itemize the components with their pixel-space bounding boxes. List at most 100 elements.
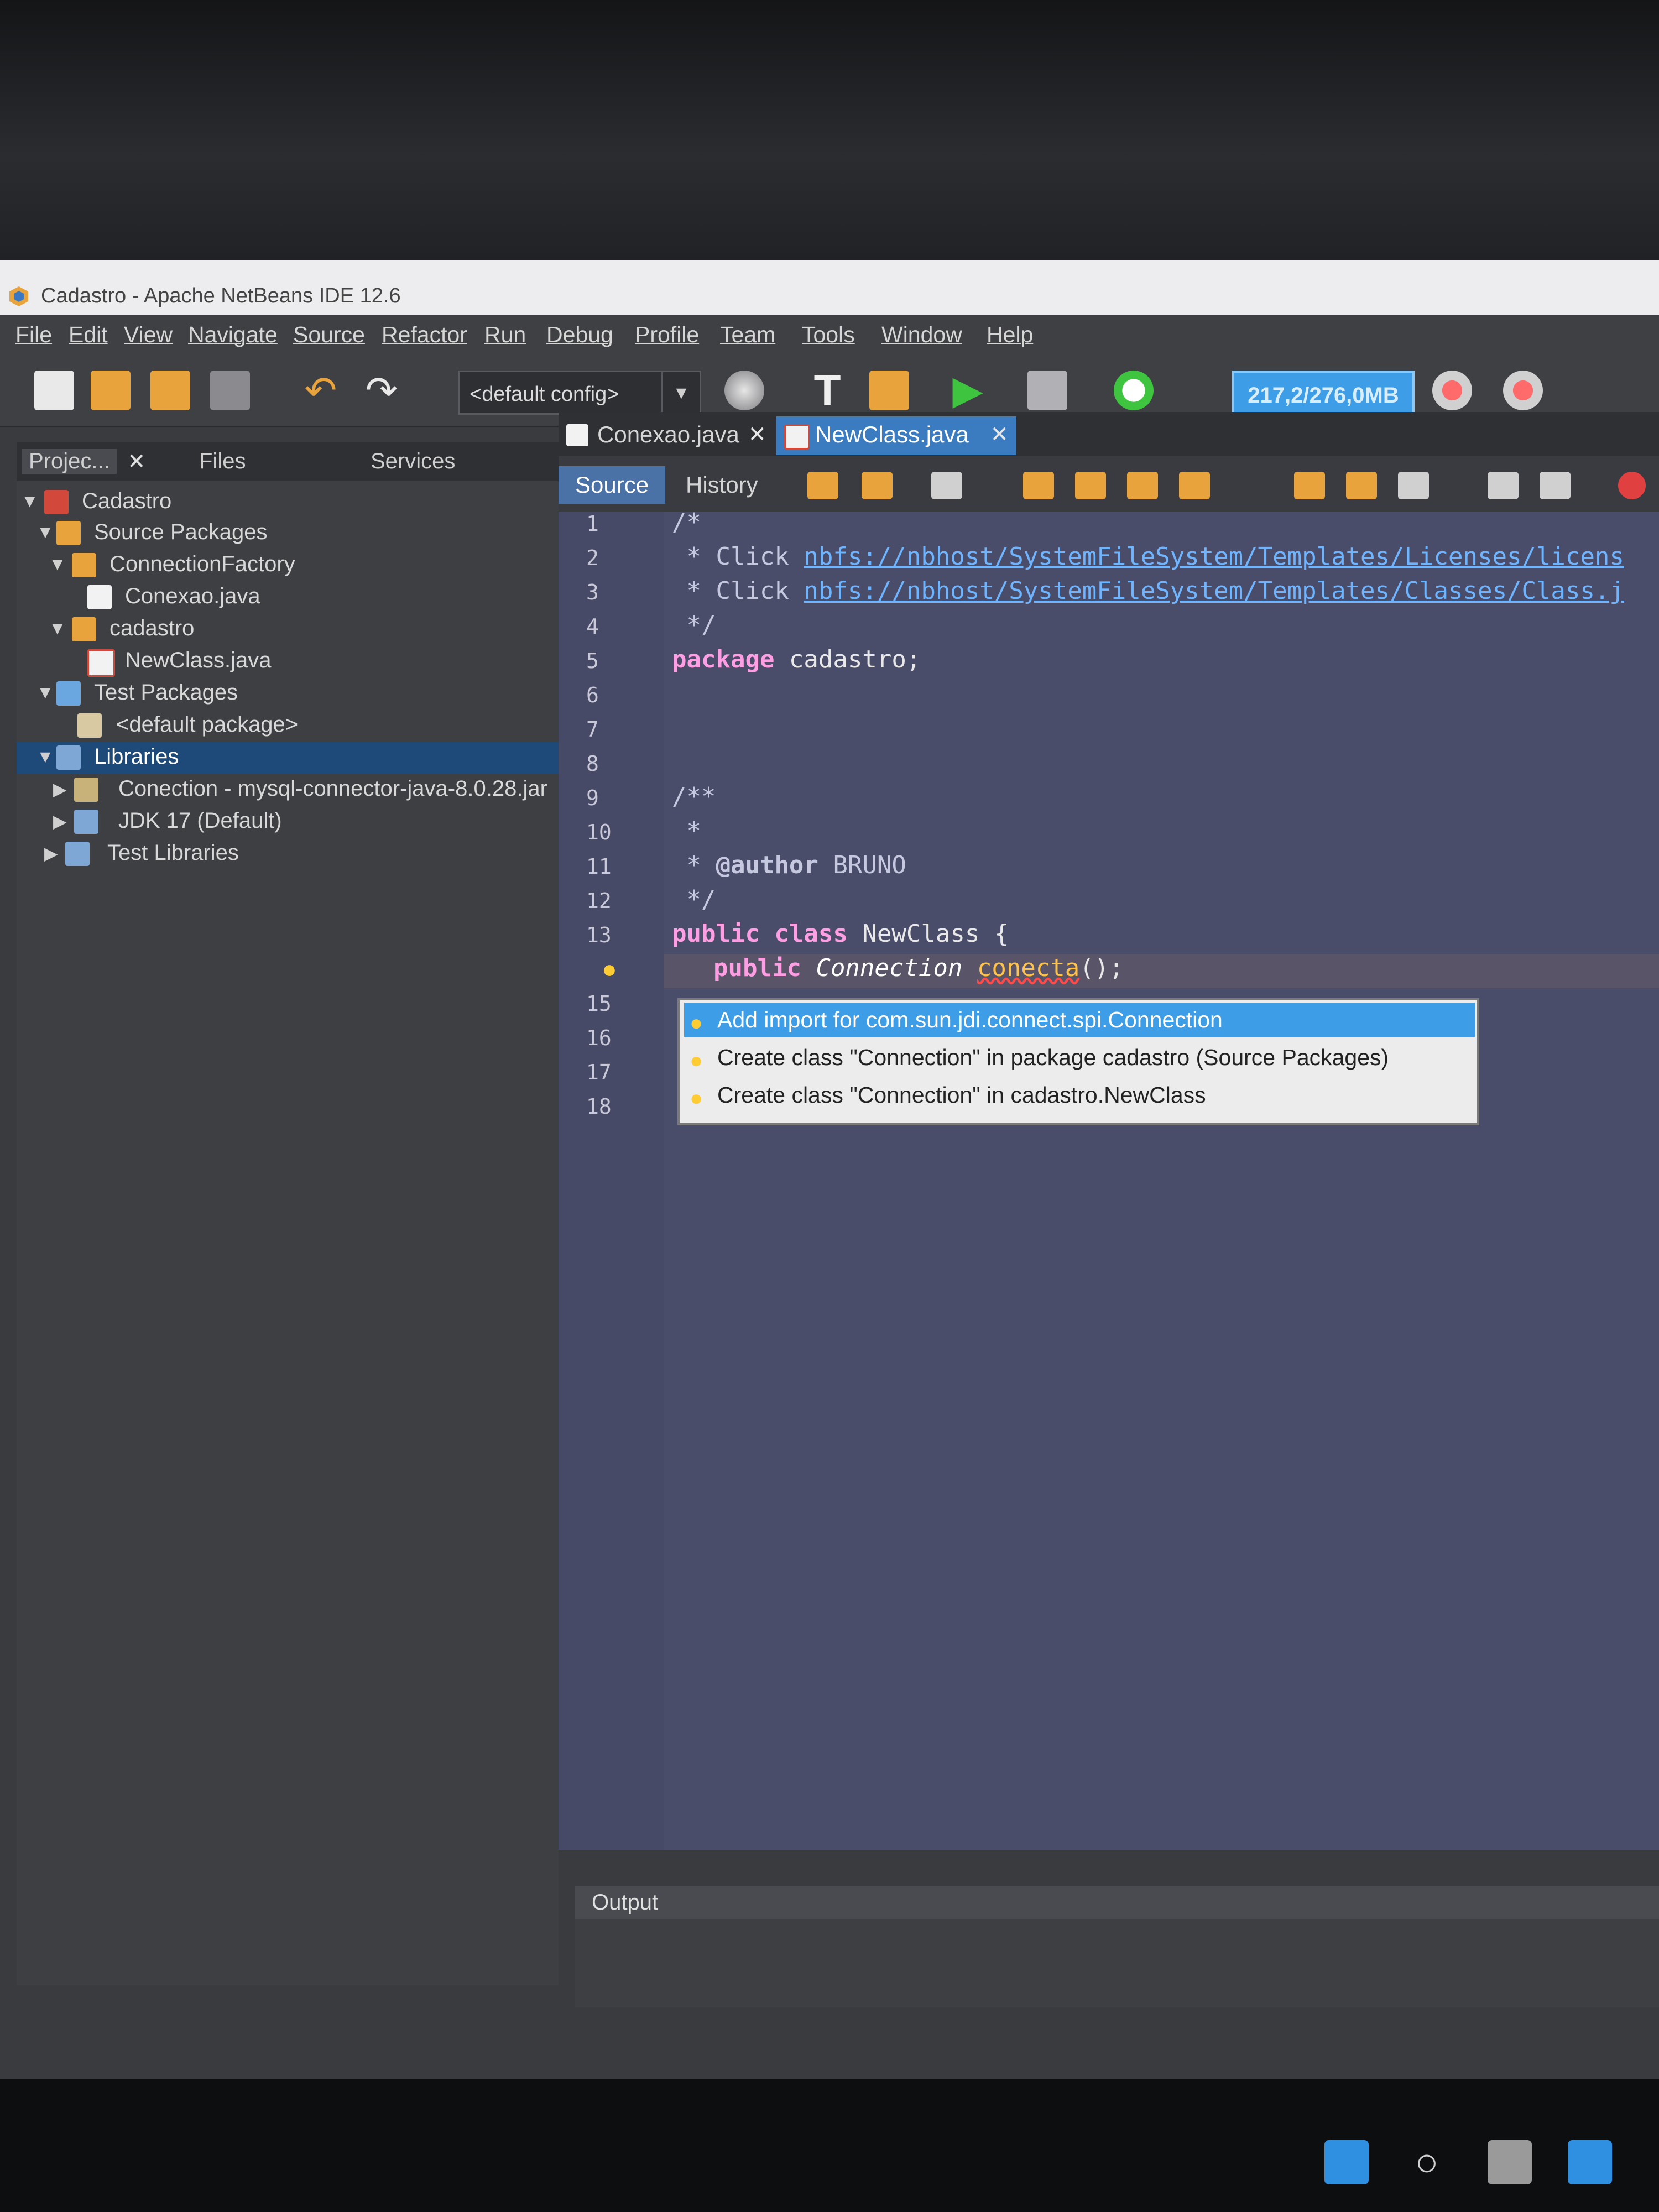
error-identifier[interactable]: conecta	[977, 954, 1079, 982]
netbeans-logo-icon	[9, 286, 28, 306]
tree-node-conexao-java[interactable]: Conexao.java	[17, 582, 559, 614]
license-link[interactable]: nbfs://nbhost/SystemFileSystem/Templates…	[804, 542, 1624, 571]
build-hammer-icon[interactable]: T	[807, 368, 847, 413]
editor-tabs: Conexao.java ✕ NewClass.java ✕	[559, 412, 1659, 456]
code-editor[interactable]: 1 2 3 4 5 6 7 8 9 10 11 12 13 15 16 17 1…	[559, 508, 1659, 1850]
menu-profile[interactable]: Profile	[635, 322, 699, 348]
tab-newclass-java[interactable]: NewClass.java ✕	[776, 416, 1016, 455]
tree-node-jdk[interactable]: ▶ JDK 17 (Default)	[17, 806, 559, 838]
java-file-icon	[87, 585, 112, 609]
keyword: public class	[672, 920, 848, 948]
record-macro-icon[interactable]	[1618, 472, 1646, 499]
package-icon	[77, 713, 102, 738]
save-all-icon[interactable]	[210, 371, 250, 410]
tab-projects[interactable]: Projec...	[22, 449, 117, 474]
expand-arrow-icon[interactable]: ▶	[44, 843, 58, 864]
config-select[interactable]: <default config> ▼	[458, 371, 701, 415]
menu-team[interactable]: Team	[720, 322, 775, 348]
open-project-icon[interactable]	[150, 371, 190, 410]
line-number: 15	[586, 992, 612, 1016]
output-title[interactable]: Output	[575, 1886, 1659, 1919]
expand-arrow-icon[interactable]: ▼	[49, 554, 66, 575]
menu-file[interactable]: File	[15, 322, 52, 348]
tab-history[interactable]: History	[669, 466, 775, 504]
line-number: 11	[586, 854, 612, 879]
tree-node-source-packages[interactable]: ▼ Source Packages	[17, 518, 559, 550]
widgets-icon[interactable]	[1568, 2140, 1612, 2184]
clean-build-icon[interactable]	[869, 371, 909, 410]
menu-window[interactable]: Window	[881, 322, 962, 348]
previous-bookmark-icon[interactable]	[1294, 472, 1325, 499]
template-link[interactable]: nbfs://nbhost/SystemFileSystem/Templates…	[804, 577, 1624, 605]
last-edit-icon[interactable]	[807, 472, 838, 499]
tree-node-libraries[interactable]: ▼ Libraries	[17, 742, 559, 774]
back-icon[interactable]	[862, 472, 893, 499]
tree-node-test-packages[interactable]: ▼ Test Packages	[17, 678, 559, 710]
expand-arrow-icon[interactable]: ▼	[36, 747, 54, 767]
close-icon[interactable]: ✕	[127, 449, 146, 474]
tree-node-cadastro-project[interactable]: ▼ Cadastro	[17, 487, 559, 519]
expand-arrow-icon[interactable]: ▼	[49, 618, 66, 639]
tab-files[interactable]: Files	[199, 449, 246, 474]
tree-node-connectionfactory[interactable]: ▼ ConnectionFactory	[17, 550, 559, 582]
globe-icon[interactable]	[724, 371, 764, 410]
hint-bulb-icon[interactable]: ●	[602, 954, 617, 984]
code-text: ();	[1079, 954, 1124, 982]
menu-run[interactable]: Run	[484, 322, 526, 348]
tree-node-default-package[interactable]: <default package>	[17, 710, 559, 742]
find-previous-icon[interactable]	[1075, 472, 1106, 499]
menu-tools[interactable]: Tools	[802, 322, 855, 348]
task-view-icon[interactable]	[1488, 2140, 1532, 2184]
tree-node-cadastro-package[interactable]: ▼ cadastro	[17, 614, 559, 646]
hint-create-class-package[interactable]: ● Create class "Connection" in package c…	[684, 1040, 1475, 1074]
close-icon[interactable]: ✕	[748, 416, 766, 453]
menu-navigate[interactable]: Navigate	[188, 322, 278, 348]
tab-source[interactable]: Source	[559, 466, 666, 504]
hint-create-class-inner[interactable]: ● Create class "Connection" in cadastro.…	[684, 1078, 1475, 1112]
menu-help[interactable]: Help	[987, 322, 1033, 348]
code-line-2: * Click nbfs://nbhost/SystemFileSystem/T…	[672, 542, 1624, 571]
menu-debug[interactable]: Debug	[546, 322, 613, 348]
memory-value: 217,2/276,0MB	[1248, 383, 1399, 408]
toggle-bookmark-icon[interactable]	[1398, 472, 1429, 499]
expand-arrow-icon[interactable]: ▼	[21, 491, 39, 512]
hint-add-import[interactable]: ● Add import for com.sun.jdi.connect.spi…	[684, 1003, 1475, 1037]
new-project-icon[interactable]	[91, 371, 131, 410]
tab-conexao-java[interactable]: Conexao.java ✕	[559, 416, 774, 455]
expand-arrow-icon[interactable]: ▶	[53, 779, 67, 800]
expand-arrow-icon[interactable]: ▼	[36, 682, 54, 703]
find-next-icon[interactable]	[1127, 472, 1158, 499]
gc-icon[interactable]	[1432, 371, 1472, 410]
search-icon[interactable]: ○	[1405, 2140, 1449, 2184]
redo-icon[interactable]: ↷	[362, 371, 401, 410]
next-bookmark-icon[interactable]	[1346, 472, 1377, 499]
profile-icon[interactable]	[1114, 371, 1154, 410]
tree-label: Test Packages	[94, 680, 238, 705]
forward-icon[interactable]	[931, 472, 962, 499]
toggle-highlight-icon[interactable]	[1179, 472, 1210, 499]
shift-right-icon[interactable]	[1540, 472, 1571, 499]
background-wall	[0, 0, 1659, 260]
menu-view[interactable]: View	[124, 322, 173, 348]
line-number: 3	[586, 580, 599, 604]
menu-edit[interactable]: Edit	[69, 322, 108, 348]
new-file-icon[interactable]	[34, 371, 74, 410]
tree-node-test-libraries[interactable]: ▶ Test Libraries	[17, 838, 559, 870]
chevron-down-icon[interactable]: ▼	[661, 372, 700, 413]
windows-start-icon[interactable]	[1324, 2140, 1369, 2184]
shift-left-icon[interactable]	[1488, 472, 1519, 499]
line-number: 7	[586, 717, 599, 742]
close-icon[interactable]: ✕	[990, 416, 1009, 453]
tree-node-newclass-java[interactable]: NewClass.java	[17, 646, 559, 678]
debug-icon[interactable]	[1027, 371, 1067, 410]
menu-refactor[interactable]: Refactor	[382, 322, 467, 348]
tab-services[interactable]: Services	[371, 449, 455, 474]
menu-source[interactable]: Source	[293, 322, 365, 348]
expand-arrow-icon[interactable]: ▼	[36, 522, 54, 542]
undo-icon[interactable]: ↶	[301, 371, 341, 410]
tree-node-mysql-connector[interactable]: ▶ Conection - mysql-connector-java-8.0.2…	[17, 774, 559, 806]
run-icon[interactable]: ▶	[948, 371, 988, 410]
find-icon[interactable]	[1023, 472, 1054, 499]
profiler-snapshot-icon[interactable]	[1503, 371, 1543, 410]
expand-arrow-icon[interactable]: ▶	[53, 811, 67, 832]
